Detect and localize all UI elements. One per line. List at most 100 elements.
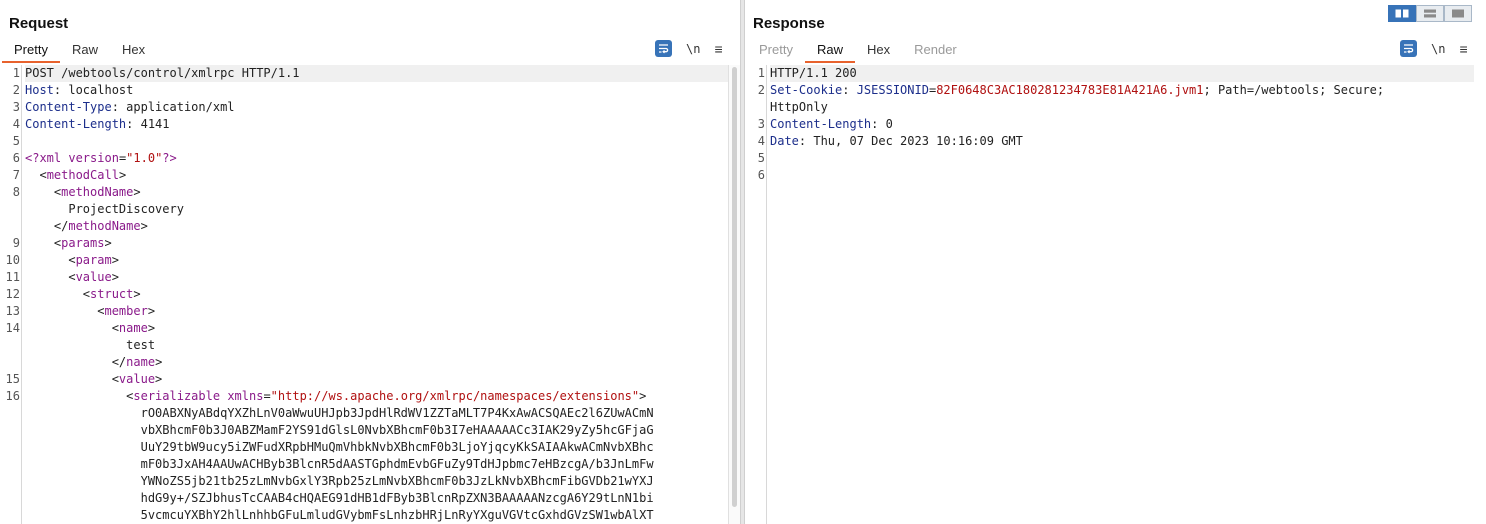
tab-label: Pretty bbox=[14, 42, 48, 57]
tab-label: Raw bbox=[816, 42, 843, 57]
menu-icon[interactable]: ≡ bbox=[714, 41, 722, 57]
response-tab-hex[interactable]: Hex bbox=[855, 38, 902, 62]
code-token: > bbox=[133, 185, 141, 199]
line-number: 6 bbox=[757, 168, 765, 182]
code-token: > bbox=[147, 321, 156, 335]
line-number: 12 bbox=[5, 287, 20, 301]
line-number: 5 bbox=[12, 134, 20, 148]
response-tab-raw[interactable]: Raw bbox=[804, 38, 855, 63]
code-token: 82F0648C3AC180281234783E81A421A6.jvm1 bbox=[936, 83, 1204, 97]
code-line: 6 <?xml version="1.0"?> bbox=[13, 150, 728, 167]
code-token: hdG9y+/SZJbhusTcCAAB4cHQAEG91dHB1dFByb3B… bbox=[25, 491, 654, 505]
word-wrap-icon[interactable] bbox=[655, 40, 672, 57]
line-number: 14 bbox=[5, 321, 20, 335]
code-token: name bbox=[118, 321, 148, 335]
code-token: "http://ws.apache.org/xmlrpc/namespaces/… bbox=[270, 389, 640, 403]
code-token: 5vcmcuYXBhY2hlLnhhbGFuLmludGVybmFsLnhzbH… bbox=[25, 508, 654, 522]
response-editor[interactable]: 1 HTTP/1.1 200 2 Set-Cookie: JSESSIONID=82F… bbox=[745, 65, 1486, 524]
response-tab-pretty[interactable]: Pretty bbox=[747, 38, 805, 62]
code-token: < bbox=[25, 185, 62, 199]
response-tabs: Pretty Raw Hex Render bbox=[747, 38, 969, 63]
code-line: 10 <param> bbox=[6, 252, 728, 269]
code-line: 16 <serializable xmlns="http://ws.apache… bbox=[6, 388, 728, 405]
code-line: UuY29tbW9ucy5iZWFudXRpbHMuQmVhbkNvbXBhcm… bbox=[25, 439, 728, 456]
tab-label: Raw bbox=[71, 42, 98, 57]
layout-toggle bbox=[1388, 5, 1472, 22]
code-token: version bbox=[68, 151, 119, 165]
request-code: 1 POST /webtools/control/xmlrpc HTTP/1.1 2… bbox=[6, 65, 728, 524]
code-line: 1 POST /webtools/control/xmlrpc HTTP/1.1 bbox=[13, 65, 728, 82]
code-line: 5vcmcuYXBhY2hlLnhhbGFuLmludGVybmFsLnhzbH… bbox=[25, 507, 728, 524]
line-number: 11 bbox=[5, 270, 20, 284]
side-by-side-layout-icon[interactable] bbox=[1388, 5, 1416, 22]
code-token: Host bbox=[25, 83, 54, 97]
code-token: : application/xml bbox=[111, 100, 235, 114]
line-number: 2 bbox=[757, 83, 765, 97]
code-token: < bbox=[25, 304, 105, 318]
code-token: : 0 bbox=[871, 117, 893, 131]
code-line: hdG9y+/SZJbhusTcCAAB4cHQAEG91dHB1dFByb3B… bbox=[25, 490, 728, 507]
code-token: value bbox=[75, 270, 112, 284]
code-token: < bbox=[25, 270, 76, 284]
request-tab-raw[interactable]: Raw bbox=[60, 38, 110, 62]
code-token: JSESSIONID bbox=[856, 83, 929, 97]
code-line: YWNoZS5jb21tb25zLmNvbGxlY3Rpb25zLmNvbXBh… bbox=[25, 473, 728, 490]
line-number: 15 bbox=[5, 372, 20, 386]
code-line: mF0b3JxAH4AAUwACHByb3BlcnR5dAASTGphdmEvb… bbox=[25, 456, 728, 473]
code-token: methodName bbox=[61, 185, 134, 199]
code-line: ProjectDiscovery bbox=[25, 201, 728, 218]
code-line: 5 bbox=[758, 150, 1474, 167]
request-tab-hex[interactable]: Hex bbox=[110, 38, 157, 62]
code-token: > bbox=[111, 253, 119, 267]
code-token: params bbox=[61, 236, 105, 250]
scrollbar-thumb[interactable] bbox=[732, 67, 737, 507]
request-pane: Request Pretty Raw Hex \n ≡ 1 POST /webto… bbox=[0, 0, 740, 524]
request-editor[interactable]: 1 POST /webtools/control/xmlrpc HTTP/1.1 2… bbox=[0, 65, 740, 524]
code-line: </methodName> bbox=[25, 218, 728, 235]
code-line: vbXBhcmF0b3J0ABZMamF2YS91dGlsL0NvbXBhcmF… bbox=[25, 422, 728, 439]
request-title: Request bbox=[9, 15, 69, 32]
code-token: UuY29tbW9ucy5iZWFudXRpbHMuQmVhbkNvbXBhcm… bbox=[25, 440, 654, 454]
response-title: Response bbox=[753, 15, 825, 32]
tab-label: Hex bbox=[121, 42, 146, 57]
request-scrollbar[interactable] bbox=[728, 65, 740, 524]
code-token: POST /webtools/control/xmlrpc HTTP/1.1 bbox=[25, 66, 300, 80]
show-newlines-icon[interactable]: \n bbox=[1431, 42, 1445, 56]
menu-icon[interactable]: ≡ bbox=[1459, 41, 1467, 57]
request-tab-pretty[interactable]: Pretty bbox=[2, 38, 60, 63]
response-toolbar: \n ≡ bbox=[1400, 40, 1468, 57]
code-token: > bbox=[118, 168, 127, 182]
code-line: 14 <name> bbox=[6, 320, 728, 337]
code-token: <?xml bbox=[25, 151, 62, 165]
response-tab-render[interactable]: Render bbox=[902, 38, 969, 62]
code-line: rO0ABXNyABdqYXZhLnV0aWwuUHJpb3JpdHlRdWV1… bbox=[25, 405, 728, 422]
line-number: 3 bbox=[12, 100, 20, 114]
code-line: 4 Date: Thu, 07 Dec 2023 10:16:09 GMT bbox=[758, 133, 1474, 150]
tab-label: Render bbox=[914, 42, 957, 57]
code-token: struct bbox=[90, 287, 134, 301]
code-line: 4 Content-Length: 4141 bbox=[13, 116, 728, 133]
code-line: 3 Content-Type: application/xml bbox=[13, 99, 728, 116]
line-number: 4 bbox=[12, 117, 20, 131]
code-line: </name> bbox=[25, 354, 728, 371]
code-token: </ bbox=[25, 355, 127, 369]
code-token: < bbox=[25, 287, 91, 301]
top-bottom-layout-icon[interactable] bbox=[1416, 5, 1444, 22]
request-toolbar: \n ≡ bbox=[655, 40, 723, 57]
code-token: < bbox=[25, 389, 134, 403]
code-token: Date bbox=[770, 134, 799, 148]
tabbed-layout-icon[interactable] bbox=[1444, 5, 1472, 22]
code-token: > bbox=[111, 270, 119, 284]
line-number: 1 bbox=[757, 66, 765, 80]
line-number: 2 bbox=[12, 83, 20, 97]
word-wrap-icon[interactable] bbox=[1400, 40, 1417, 57]
line-number: 4 bbox=[757, 134, 765, 148]
code-line: 7 <methodCall> bbox=[13, 167, 728, 184]
code-token: methodCall bbox=[46, 168, 119, 182]
line-number: 5 bbox=[757, 151, 765, 165]
code-line: 6 bbox=[758, 167, 1474, 184]
code-token: : Thu, 07 Dec 2023 10:16:09 GMT bbox=[798, 134, 1023, 148]
show-newlines-icon[interactable]: \n bbox=[686, 42, 700, 56]
code-token: rO0ABXNyABdqYXZhLnV0aWwuUHJpb3JpdHlRdWV1… bbox=[25, 406, 654, 420]
line-number: 13 bbox=[5, 304, 20, 318]
